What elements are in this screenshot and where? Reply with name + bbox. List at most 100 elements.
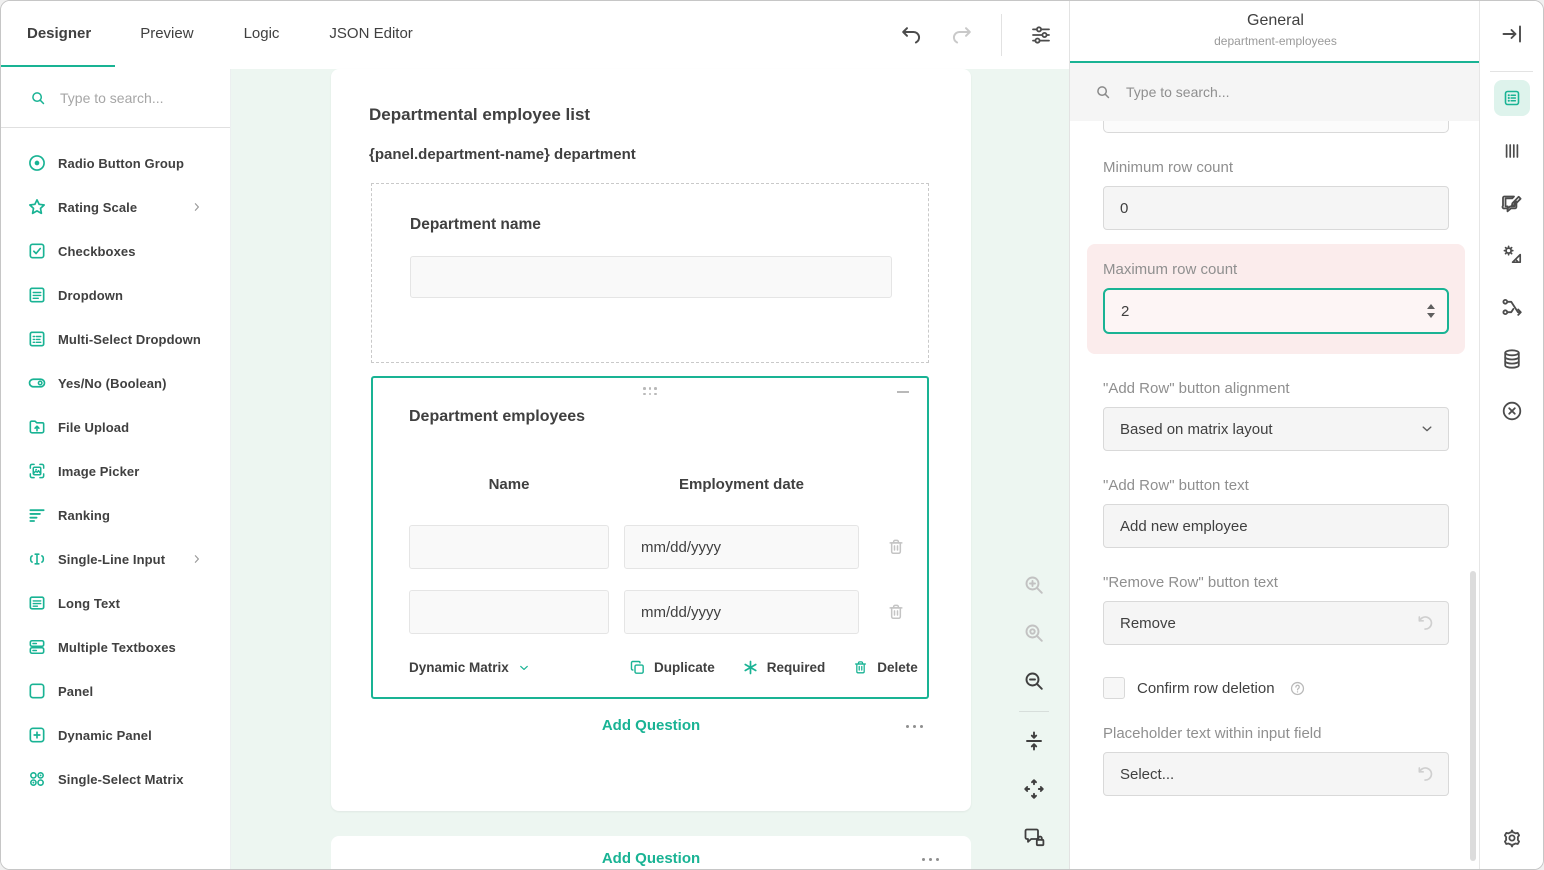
toolbox-item[interactable]: Single-Line Input — [1, 537, 230, 581]
page-description[interactable]: {panel.department-name} department — [369, 146, 636, 163]
text-input[interactable] — [410, 256, 892, 298]
multiple-textboxes-icon — [27, 637, 47, 657]
add-question-button[interactable]: Add Question — [331, 717, 971, 734]
tab-designer[interactable]: Designer — [1, 1, 115, 67]
columns-bars-icon[interactable] — [1500, 139, 1524, 163]
reset-value-icon[interactable] — [1415, 613, 1435, 633]
help-icon[interactable] — [1289, 680, 1306, 697]
toolbox-item-label: Single-Select Matrix — [58, 772, 184, 787]
property-panel: General department-employees Type to sea… — [1069, 1, 1481, 870]
required-asterisk-icon — [742, 659, 759, 676]
zoom-reset-icon[interactable] — [1022, 621, 1046, 645]
toolbox-item[interactable]: Long Text — [1, 581, 230, 625]
date-input[interactable]: mm/dd/yyyy — [624, 590, 859, 634]
toolbox-item[interactable]: Dynamic Panel — [1, 713, 230, 757]
number-spinner[interactable] — [1427, 290, 1435, 332]
add-row-text-label: "Add Row" button text — [1103, 477, 1448, 494]
min-row-count-label: Minimum row count — [1103, 159, 1448, 176]
dynamic-panel-icon — [27, 725, 47, 745]
confirm-row-deletion-checkbox[interactable] — [1103, 677, 1125, 699]
undo-icon[interactable] — [899, 23, 923, 47]
tab-preview[interactable]: Preview — [115, 1, 218, 67]
ranking-icon — [27, 505, 47, 525]
question-type-selector[interactable]: Dynamic Matrix — [409, 660, 530, 675]
toolbox-item[interactable]: File Upload — [1, 405, 230, 449]
toolbox-sidebar: Type to search... Radio Button Group Rat… — [1, 69, 231, 869]
surface-toolbar — [1014, 573, 1054, 870]
clipped-field[interactable] — [1103, 121, 1449, 133]
zoom-out-icon[interactable] — [1022, 669, 1046, 693]
image-picker-icon — [27, 461, 47, 481]
property-panel-scrollbar[interactable] — [1470, 571, 1476, 861]
logic-flow-icon[interactable] — [1500, 295, 1524, 319]
min-row-count-input[interactable]: 0 — [1103, 186, 1449, 230]
toolbox-item[interactable]: Yes/No (Boolean) — [1, 361, 230, 405]
page-title[interactable]: Departmental employee list — [369, 105, 590, 125]
panel-question-department-name[interactable]: Department name — [371, 183, 929, 363]
redo-icon[interactable] — [950, 23, 974, 47]
duplicate-button[interactable]: Duplicate — [629, 659, 715, 676]
toolbox-search-placeholder: Type to search... — [60, 90, 164, 106]
more-options-icon[interactable] — [920, 852, 941, 867]
toolbox-search-input[interactable]: Type to search... — [1, 69, 230, 128]
collapse-all-icon[interactable] — [1022, 729, 1046, 753]
toolbox-item-list: Radio Button Group Rating Scale Checkbox… — [1, 128, 230, 801]
collapse-question-icon[interactable] — [897, 391, 909, 393]
matrix-row: mm/dd/yyyy — [373, 590, 927, 655]
matrix-question-department-employees[interactable]: Department employees Name Employment dat… — [371, 376, 929, 699]
toolbox-item[interactable]: Panel — [1, 669, 230, 713]
add-question-button[interactable]: Add Question — [331, 850, 971, 867]
property-grid-tab-active[interactable] — [1494, 80, 1530, 116]
gear-icon[interactable] — [1500, 826, 1524, 850]
tab-logic[interactable]: Logic — [219, 1, 305, 67]
toolbox-item[interactable]: Rating Scale — [1, 185, 230, 229]
lock-questions-icon[interactable] — [1022, 825, 1046, 849]
date-input[interactable]: mm/dd/yyyy — [624, 525, 859, 569]
reset-value-icon[interactable] — [1415, 764, 1435, 784]
tab-json-editor[interactable]: JSON Editor — [304, 1, 437, 67]
toolbox-item[interactable]: Multiple Textboxes — [1, 625, 230, 669]
toolbox-item[interactable]: Single-Select Matrix — [1, 757, 230, 801]
toolbox-item-label: Ranking — [58, 508, 110, 523]
delete-button[interactable]: Delete — [852, 659, 918, 676]
toolbox-item[interactable]: Checkboxes — [1, 229, 230, 273]
name-input[interactable] — [409, 590, 609, 634]
confirm-row-deletion-label: Confirm row deletion — [1137, 680, 1275, 697]
toolbox-item[interactable]: Radio Button Group — [1, 141, 230, 185]
question-footer: Dynamic Matrix Duplicate Required — [409, 659, 909, 681]
expand-all-icon[interactable] — [1022, 777, 1046, 801]
toolbox-item[interactable]: Image Picker — [1, 449, 230, 493]
theme-design-icon[interactable] — [1500, 242, 1524, 266]
max-row-count-section: Maximum row count 2 — [1087, 244, 1465, 354]
property-list-icon — [1502, 88, 1522, 108]
drag-handle[interactable] — [643, 387, 657, 396]
add-row-alignment-select[interactable]: Based on matrix layout — [1103, 407, 1449, 451]
chevron-right-icon — [191, 201, 203, 213]
toolbox-item-label: Yes/No (Boolean) — [58, 376, 167, 391]
max-row-count-label: Maximum row count — [1103, 261, 1449, 278]
comment-edit-icon[interactable] — [1500, 191, 1524, 215]
name-input[interactable] — [409, 525, 609, 569]
add-row-text-input[interactable]: Add new employee — [1103, 504, 1449, 548]
collapse-panel-icon[interactable] — [1500, 22, 1524, 46]
remove-row-icon[interactable] — [886, 602, 906, 622]
single-select-matrix-icon — [27, 769, 47, 789]
panel-icon — [27, 681, 47, 701]
long-text-icon — [27, 593, 47, 613]
question-title: Department name — [410, 216, 541, 234]
database-icon[interactable] — [1500, 347, 1524, 371]
required-button[interactable]: Required — [742, 659, 826, 676]
toolbox-item[interactable]: Multi-Select Dropdown — [1, 317, 230, 361]
remove-row-text-input[interactable]: Remove — [1103, 601, 1449, 645]
toolbox-item[interactable]: Ranking — [1, 493, 230, 537]
remove-row-icon[interactable] — [886, 537, 906, 557]
circle-x-icon[interactable] — [1500, 399, 1524, 423]
more-options-icon[interactable] — [904, 719, 925, 734]
zoom-in-icon[interactable] — [1022, 573, 1046, 597]
property-search-input[interactable]: Type to search... — [1070, 63, 1481, 121]
max-row-count-input[interactable]: 2 — [1103, 288, 1449, 334]
toolbox-item-label: Single-Line Input — [58, 552, 165, 567]
settings-sliders-icon[interactable] — [1029, 23, 1053, 47]
placeholder-text-input[interactable]: Select... — [1103, 752, 1449, 796]
toolbox-item[interactable]: Dropdown — [1, 273, 230, 317]
